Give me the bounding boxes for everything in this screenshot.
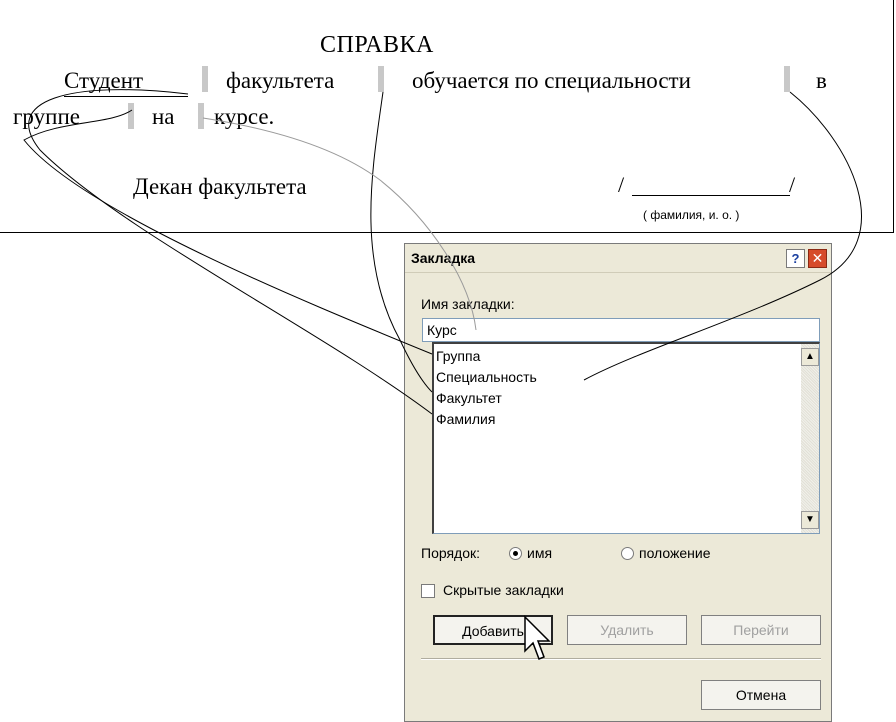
connector-course <box>202 117 477 331</box>
mouse-pointer-icon <box>524 615 551 660</box>
connector-specialty <box>583 91 862 381</box>
connector-group <box>23 109 433 355</box>
connector-faculty <box>370 91 433 393</box>
connector-lines <box>23 89 862 415</box>
connector-name <box>28 89 433 415</box>
